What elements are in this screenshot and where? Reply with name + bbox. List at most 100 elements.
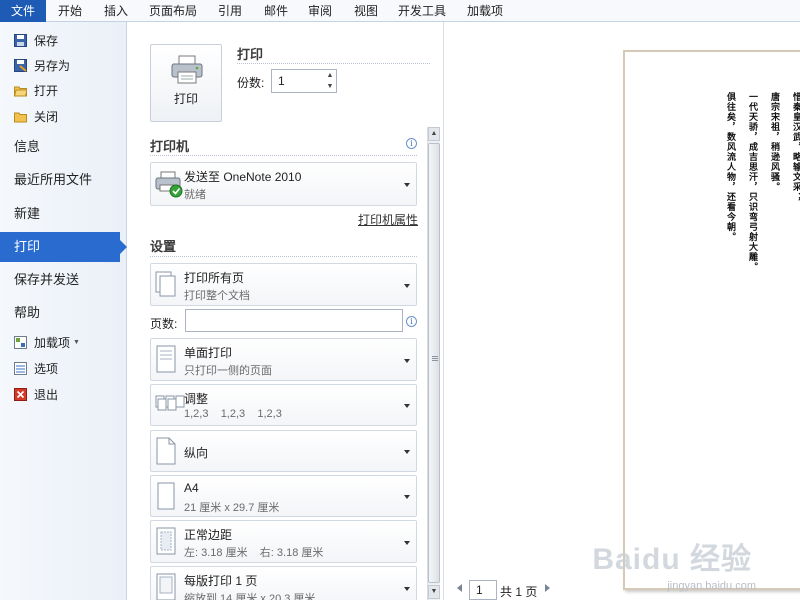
ribbon-tabs: 文件 开始 插入 页面布局 引用 邮件 审阅 视图 开发工具 加载项 bbox=[0, 0, 800, 22]
save-as-icon bbox=[14, 58, 27, 72]
divider bbox=[150, 155, 417, 156]
backstage-nav: 保存 另存为 打开 关闭 信息 最近所用文件 新建 打印 保存并发送 帮助 加载… bbox=[0, 22, 127, 600]
printer-heading: 打印机 bbox=[150, 139, 190, 154]
scrollbar-thumb[interactable] bbox=[428, 143, 440, 583]
tab-insert[interactable]: 插入 bbox=[98, 0, 134, 22]
info-icon[interactable]: i bbox=[406, 138, 417, 149]
nav-info[interactable]: 信息 bbox=[0, 132, 127, 162]
scroll-up-icon[interactable]: ▲ bbox=[428, 127, 440, 141]
margins-dropdown[interactable]: 正常边距 左: 3.18 厘米 右: 3.18 厘米 bbox=[150, 520, 417, 563]
tab-view[interactable]: 视图 bbox=[348, 0, 384, 22]
nav-save-label: 保存 bbox=[34, 33, 59, 48]
nav-options-label: 选项 bbox=[34, 361, 59, 376]
margins-desc: 左: 3.18 厘米 右: 3.18 厘米 bbox=[184, 547, 324, 559]
chevron-down-icon bbox=[404, 404, 410, 408]
portrait-icon bbox=[156, 437, 176, 465]
info-icon[interactable]: i bbox=[406, 316, 417, 327]
tab-mailings[interactable]: 邮件 bbox=[258, 0, 294, 22]
tab-review[interactable]: 审阅 bbox=[302, 0, 338, 22]
grip bbox=[432, 358, 438, 359]
print-button[interactable]: 打印 bbox=[150, 44, 222, 122]
paper-size-desc: 21 厘米 x 29.7 厘米 bbox=[184, 502, 280, 514]
printer-status: 就绪 bbox=[184, 189, 206, 201]
watermark-logo: Baidu 经验 bbox=[592, 543, 752, 576]
print-range-desc: 打印整个文档 bbox=[184, 290, 250, 302]
poem-line-3: 一代天骄，成吉思汗，只识弯弓射大雕。 bbox=[747, 92, 757, 272]
next-page-icon[interactable] bbox=[545, 584, 550, 592]
print-button-label: 打印 bbox=[173, 92, 198, 106]
nav-recent[interactable]: 最近所用文件 bbox=[0, 165, 127, 195]
nav-close[interactable]: 关闭 bbox=[14, 106, 58, 126]
tab-addins[interactable]: 加载项 bbox=[462, 0, 508, 22]
chevron-down-icon bbox=[404, 359, 410, 363]
nav-save-as[interactable]: 另存为 bbox=[14, 55, 70, 75]
sides-desc: 只打印一侧的页面 bbox=[184, 365, 272, 377]
sides-dropdown[interactable]: 单面打印 只打印一侧的页面 bbox=[150, 338, 417, 381]
pages-per-sheet-icon bbox=[156, 573, 176, 600]
page-navigator: 1 共 1 页 bbox=[445, 578, 625, 600]
print-settings-panel: 打印 打印 份数: 1 ▲ ▼ 打印机 i 发送至 OneNote 2010 就… bbox=[128, 22, 444, 600]
paper-size-title: A4 bbox=[184, 481, 199, 495]
collate-dropdown[interactable]: 调整 1,2,3 1,2,3 1,2,3 bbox=[150, 384, 417, 426]
scroll-down-icon[interactable]: ▼ bbox=[428, 585, 440, 599]
paper-size-dropdown[interactable]: A4 21 厘米 x 29.7 厘米 bbox=[150, 475, 417, 517]
orientation-value: 纵向 bbox=[184, 446, 209, 460]
copies-up-icon[interactable]: ▲ bbox=[324, 70, 336, 81]
divider bbox=[150, 256, 417, 257]
watermark-url: jingyan.baidu.com bbox=[667, 580, 756, 592]
print-title: 打印 bbox=[237, 47, 264, 62]
tab-references[interactable]: 引用 bbox=[212, 0, 248, 22]
pages-per-sheet-dropdown[interactable]: 每版打印 1 页 缩放到 14 厘米 x 20.3 厘米 bbox=[150, 566, 417, 600]
print-range-title: 打印所有页 bbox=[184, 271, 245, 285]
printer-dropdown[interactable]: 发送至 OneNote 2010 就绪 bbox=[150, 162, 417, 206]
copies-down-icon[interactable]: ▼ bbox=[324, 81, 336, 92]
pages-label: 页数: bbox=[150, 317, 178, 331]
addins-icon bbox=[14, 335, 27, 349]
nav-options[interactable]: 选项 bbox=[14, 358, 58, 378]
tab-home[interactable]: 开始 bbox=[52, 0, 88, 22]
copies-label: 份数: bbox=[237, 76, 265, 90]
nav-print[interactable]: 打印 bbox=[0, 232, 127, 262]
printer-properties-link[interactable]: 打印机属性 bbox=[358, 211, 418, 228]
printer-icon bbox=[171, 55, 203, 84]
collate-desc: 1,2,3 1,2,3 1,2,3 bbox=[184, 408, 282, 420]
nav-new[interactable]: 新建 bbox=[0, 199, 127, 229]
nav-save[interactable]: 保存 bbox=[14, 30, 58, 50]
tab-developer[interactable]: 开发工具 bbox=[394, 0, 450, 22]
prev-page-icon[interactable] bbox=[457, 584, 462, 592]
nav-save-send[interactable]: 保存并发送 bbox=[0, 265, 127, 295]
nav-addins[interactable]: 加载项 ▼ bbox=[14, 332, 80, 352]
one-sided-icon bbox=[156, 345, 176, 373]
nav-open[interactable]: 打开 bbox=[14, 80, 58, 100]
printer-icon bbox=[155, 171, 183, 198]
nav-save-as-label: 另存为 bbox=[34, 58, 71, 73]
pages-input[interactable] bbox=[185, 309, 403, 332]
grip bbox=[432, 356, 438, 357]
tab-page-layout[interactable]: 页面布局 bbox=[146, 0, 200, 22]
poem-line-2: 唐宗宋祖，稍逊风骚。 bbox=[769, 92, 779, 192]
orientation-dropdown[interactable]: 纵向 bbox=[150, 430, 417, 472]
print-preview: 惜秦皇汉武，略输文采； 唐宗宋祖，稍逊风骚。 一代天骄，成吉思汗，只识弯弓射大雕… bbox=[445, 22, 800, 600]
nav-help[interactable]: 帮助 bbox=[0, 298, 127, 328]
collate-title: 调整 bbox=[184, 392, 209, 406]
tab-file[interactable]: 文件 bbox=[0, 0, 46, 22]
pages-per-sheet-desc: 缩放到 14 厘米 x 20.3 厘米 bbox=[184, 593, 316, 600]
copies-input[interactable]: 1 ▲ ▼ bbox=[271, 69, 337, 93]
grip bbox=[432, 360, 438, 361]
chevron-down-icon bbox=[404, 450, 410, 454]
close-folder-icon bbox=[14, 112, 27, 122]
settings-scrollbar[interactable]: ▲ ▼ bbox=[427, 127, 440, 600]
print-range-dropdown[interactable]: 打印所有页 打印整个文档 bbox=[150, 263, 417, 306]
chevron-down-icon: ▼ bbox=[73, 338, 80, 346]
paper-icon bbox=[157, 482, 175, 510]
divider bbox=[237, 63, 430, 64]
nav-exit[interactable]: 退出 bbox=[14, 384, 58, 404]
copies-value: 1 bbox=[278, 74, 285, 88]
printer-name: 发送至 OneNote 2010 bbox=[184, 170, 302, 184]
page-number-input[interactable]: 1 bbox=[469, 580, 497, 600]
all-pages-icon bbox=[155, 271, 176, 297]
preview-page: 惜秦皇汉武，略输文采； 唐宗宋祖，稍逊风骚。 一代天骄，成吉思汗，只识弯弓射大雕… bbox=[623, 50, 800, 590]
chevron-down-icon bbox=[404, 541, 410, 545]
nav-exit-label: 退出 bbox=[34, 387, 59, 402]
page-number-value: 1 bbox=[476, 583, 483, 597]
